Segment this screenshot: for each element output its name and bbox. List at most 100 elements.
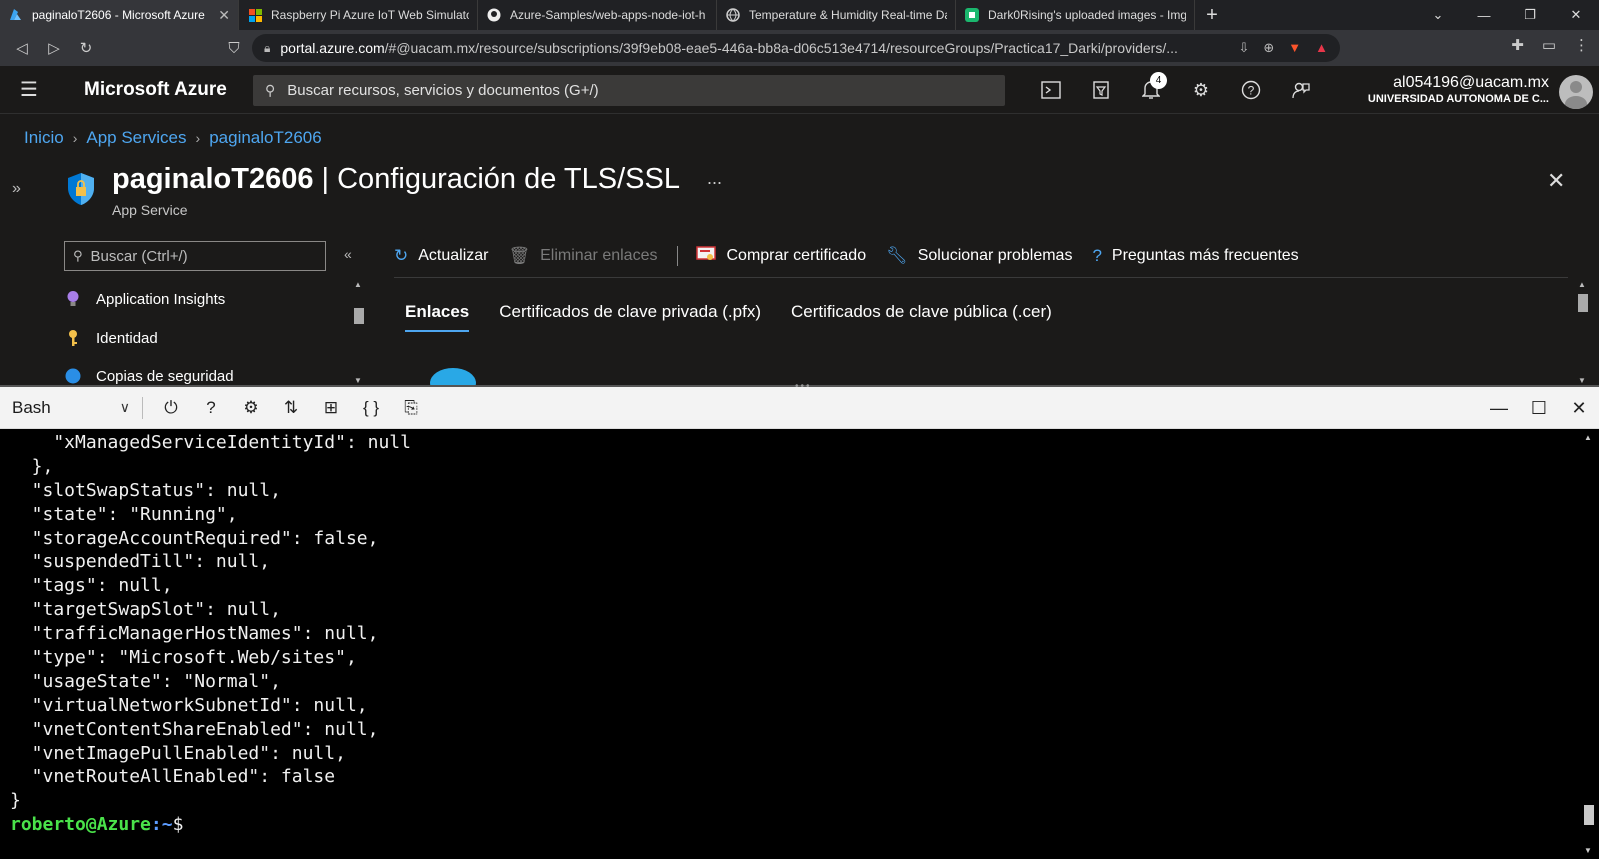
browser-toolbar: ◁ ▷ ↻ ⛉ 🔒︎ portal.azure.com/#@uacam.mx/r… — [0, 30, 1599, 66]
web-preview-icon[interactable]: ⎘ — [391, 388, 431, 428]
scroll-up-icon[interactable]: ▲ — [1584, 433, 1592, 442]
upload-download-icon[interactable]: ⇅ — [271, 388, 311, 428]
close-icon[interactable]: ✕ — [1559, 387, 1599, 429]
troubleshoot-button[interactable]: 🔧︎ Solucionar problemas — [886, 246, 1072, 266]
menu-scrollbar[interactable]: ▲ ▼ — [351, 280, 367, 385]
menu-item-backups[interactable]: Copias de seguridad — [64, 367, 234, 385]
menu-search-input[interactable]: ⚲ Buscar (Ctrl+/) — [64, 241, 326, 271]
settings-icon[interactable]: ⚙ — [1176, 66, 1226, 114]
browser-tab-azure[interactable]: paginaloT2606 - Microsoft Azure ✕ — [0, 0, 239, 30]
restore-icon[interactable]: ❐ — [1507, 0, 1553, 30]
terminal-line: "trafficManagerHostNames": null, — [10, 623, 379, 645]
divider — [142, 396, 143, 419]
backup-icon — [64, 367, 82, 385]
notifications-icon[interactable]: 4 — [1126, 66, 1176, 114]
cloud-shell-icon[interactable] — [1026, 66, 1076, 114]
install-icon[interactable]: ⇩ — [1238, 40, 1249, 56]
scroll-up-icon[interactable]: ▲ — [1578, 280, 1586, 289]
settings-icon[interactable]: ⚙ — [231, 388, 271, 428]
globe-icon — [725, 7, 741, 23]
directory-filter-icon[interactable] — [1076, 66, 1126, 114]
terminal-line: } — [10, 790, 21, 812]
tab-bindings[interactable]: Enlaces — [405, 302, 470, 332]
faq-button[interactable]: ? Preguntas más frecuentes — [1092, 246, 1298, 266]
terminal-prompt[interactable]: roberto@Azure:~$ — [0, 813, 1599, 837]
tab-list: Enlaces Certificados de clave privada (.… — [405, 302, 1082, 332]
menu-item-identity[interactable]: Identidad — [64, 329, 158, 347]
minimize-icon[interactable]: — — [1461, 0, 1507, 30]
feedback-icon[interactable] — [1276, 66, 1326, 114]
notification-badge: 4 — [1150, 72, 1167, 89]
collapse-menu-icon[interactable]: « — [344, 246, 352, 262]
menu-item-application-insights[interactable]: Application Insights — [64, 290, 225, 308]
extensions-icon[interactable]: ✚ — [1511, 36, 1524, 54]
terminal-scrollbar[interactable]: ▲ ▼ — [1582, 433, 1596, 855]
browser-tab-strip: paginaloT2606 - Microsoft Azure ✕ Raspbe… — [0, 0, 1599, 30]
brave-rewards-icon[interactable]: ▲ — [1315, 40, 1328, 56]
tab-public-key-certs[interactable]: Certificados de clave pública (.cer) — [791, 302, 1052, 332]
close-window-icon[interactable]: ✕ — [1553, 0, 1599, 30]
expand-menu-icon[interactable]: » — [12, 180, 21, 198]
brand-link[interactable]: Microsoft Azure — [84, 79, 254, 101]
scroll-thumb[interactable] — [354, 308, 364, 324]
scroll-thumb[interactable] — [1584, 805, 1594, 825]
azure-header: ☰ Microsoft Azure ⚲ Buscar recursos, ser… — [0, 66, 1599, 114]
certificate-icon — [696, 245, 717, 267]
hamburger-menu-icon[interactable]: ☰ — [0, 66, 58, 114]
restart-icon[interactable]: ⏻ — [151, 388, 191, 428]
browser-tab-imgur[interactable]: Dark0Rising's uploaded images - Imgu — [956, 0, 1195, 30]
scroll-down-icon[interactable]: ▼ — [1578, 376, 1586, 385]
avatar[interactable] — [1559, 75, 1593, 109]
menu-icon[interactable]: ⋮ — [1574, 36, 1589, 54]
help-icon[interactable]: ? — [1226, 66, 1276, 114]
breadcrumb-app-services[interactable]: App Services — [86, 128, 186, 148]
scroll-down-icon[interactable]: ▼ — [1584, 846, 1592, 855]
wallet-icon[interactable]: ▭ — [1542, 36, 1556, 54]
browser-tab-simulator[interactable]: Raspberry Pi Azure IoT Web Simulator — [239, 0, 478, 30]
scroll-up-icon[interactable]: ▲ — [354, 280, 362, 289]
tab-title: paginaloT2606 - Microsoft Azure — [32, 8, 205, 22]
buy-certificate-button[interactable]: Comprar certificado — [696, 245, 866, 267]
global-search-input[interactable]: ⚲ Buscar recursos, servicios y documento… — [253, 75, 1005, 106]
account-menu[interactable]: al054196@uacam.mx UNIVERSIDAD AUTONOMA D… — [1368, 74, 1549, 105]
browser-tab-temperature[interactable]: Temperature & Humidity Real-time Da — [717, 0, 956, 30]
tab-search-icon[interactable]: ⌄ — [1415, 0, 1461, 30]
shell-type-select[interactable]: Bash ∨ — [0, 398, 138, 418]
close-blade-icon[interactable]: ✕ — [1547, 168, 1565, 194]
search-icon: ⚲ — [73, 248, 83, 263]
zoom-icon[interactable]: ⊕ — [1263, 40, 1274, 56]
breadcrumb: Inicio › App Services › paginaloT2606 — [24, 128, 322, 148]
help-icon[interactable]: ? — [191, 388, 231, 428]
reload-icon[interactable]: ↻ — [70, 33, 102, 63]
scroll-down-icon[interactable]: ▼ — [354, 376, 362, 385]
forward-icon[interactable]: ▷ — [38, 33, 70, 63]
terminal-output[interactable]: "xManagedServiceIdentityId": null }, "sl… — [0, 429, 1599, 859]
breadcrumb-home[interactable]: Inicio — [24, 128, 64, 148]
new-session-icon[interactable]: ⊞ — [311, 388, 351, 428]
delete-bindings-button[interactable]: 🗑︎ Eliminar enlaces — [509, 246, 658, 266]
search-icon: ⚲ — [265, 82, 276, 98]
maximize-icon[interactable]: ☐ — [1519, 387, 1559, 429]
close-tab-icon[interactable]: ✕ — [218, 7, 230, 24]
tab-private-key-certs[interactable]: Certificados de clave privada (.pfx) — [499, 302, 761, 332]
breadcrumb-resource[interactable]: paginaloT2606 — [209, 128, 321, 148]
brave-shield-icon[interactable]: ▼ — [1288, 40, 1301, 56]
browser-tab-github[interactable]: Azure-Samples/web-apps-node-iot-h — [478, 0, 717, 30]
more-options-button[interactable]: ... — [707, 168, 722, 189]
trash-icon: 🗑︎ — [508, 246, 531, 265]
terminal-line: "vnetContentShareEnabled": null, — [10, 718, 379, 740]
refresh-button[interactable]: ↻ Actualizar — [394, 246, 489, 266]
address-bar[interactable]: 🔒︎ portal.azure.com/#@uacam.mx/resource/… — [252, 34, 1340, 62]
key-icon — [64, 329, 82, 347]
back-icon[interactable]: ◁ — [6, 33, 38, 63]
content-scrollbar[interactable]: ▲ ▼ — [1575, 280, 1591, 385]
minimize-icon[interactable]: — — [1479, 387, 1519, 429]
new-tab-button[interactable]: + — [1195, 0, 1229, 30]
scroll-thumb[interactable] — [1578, 294, 1588, 312]
command-bar: ↻ Actualizar 🗑︎ Eliminar enlaces Comprar… — [394, 240, 1319, 272]
editor-icon[interactable]: { } — [351, 388, 391, 428]
account-user: al054196@uacam.mx — [1393, 74, 1549, 91]
terminal-line: "xManagedServiceIdentityId": null — [10, 432, 411, 453]
terminal-line: "virtualNetworkSubnetId": null, — [10, 694, 368, 716]
bookmark-icon[interactable]: ⛉ — [218, 33, 250, 63]
